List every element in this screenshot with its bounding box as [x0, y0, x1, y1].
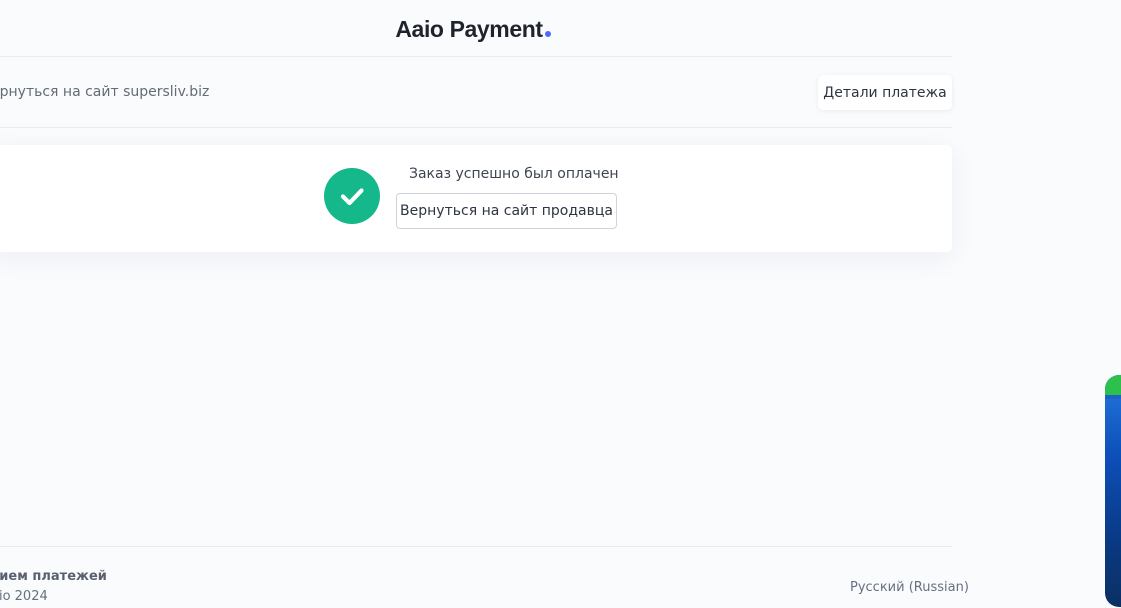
return-to-seller-button[interactable]: Вернуться на сайт продавца	[396, 193, 617, 229]
nav-divider	[0, 127, 952, 128]
check-icon	[324, 168, 380, 224]
check-mark-icon	[340, 188, 364, 206]
language-selector[interactable]: Русский (Russian)	[850, 580, 969, 595]
payment-details-button[interactable]: Детали платежа	[818, 75, 952, 110]
header-divider	[0, 56, 952, 57]
brand-logo[interactable]: Aaio Payment	[395, 15, 551, 43]
brand-header: Aaio Payment	[0, 14, 952, 44]
footer-title: рием платежей	[0, 569, 107, 584]
side-widget-band	[1105, 395, 1121, 399]
brand-name: Aaio Payment	[395, 15, 543, 42]
footer-divider	[0, 546, 952, 547]
success-message: Заказ успешно был оплачен	[409, 166, 619, 182]
side-widget-top	[1105, 375, 1121, 397]
footer-copyright: aio 2024	[0, 589, 48, 604]
side-widget-icon[interactable]	[1105, 375, 1121, 607]
payment-page: Aaio Payment ернуться на сайт supersliv.…	[0, 0, 1121, 608]
brand-dot-icon	[544, 30, 551, 37]
back-to-site-link[interactable]: ернуться на сайт supersliv.biz	[0, 84, 209, 100]
